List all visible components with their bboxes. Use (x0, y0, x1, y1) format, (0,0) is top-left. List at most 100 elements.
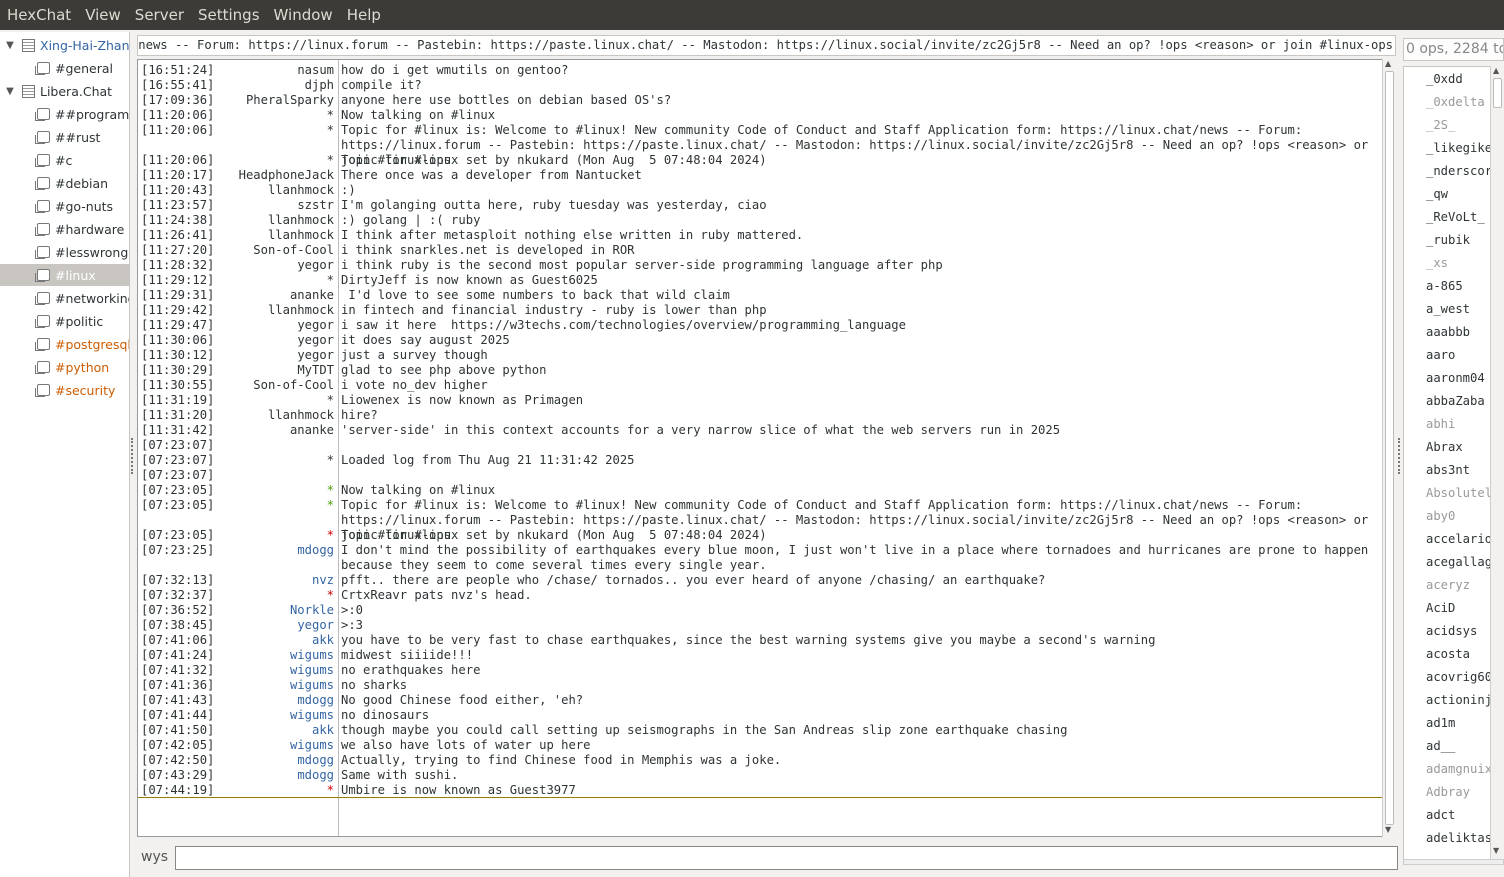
user-entry[interactable]: abhi (1426, 417, 1455, 431)
user-entry[interactable]: aaronm04 (1426, 371, 1485, 385)
user-entry[interactable]: abs3nt (1426, 463, 1470, 477)
user-list[interactable]: _0xdd _0xdelta _2S_ _likegike _nderscore _qw _… (1403, 66, 1504, 861)
nick[interactable]: llanhmock (213, 303, 334, 317)
user-entry[interactable]: acidsys (1426, 624, 1477, 638)
nick[interactable]: Son-of-Cool (213, 243, 334, 257)
user-entry[interactable]: accelario (1426, 532, 1492, 546)
nick[interactable]: mdogg (213, 693, 334, 707)
nick[interactable]: MyTDT (213, 363, 334, 377)
nick[interactable]: yegor (213, 318, 334, 332)
user-entry[interactable]: a-865 (1426, 279, 1463, 293)
nick[interactable]: * (213, 453, 334, 467)
scroll-down-icon[interactable]: ▼ (1385, 825, 1391, 834)
tree-channel[interactable]: #lesswrong (0, 241, 129, 263)
tree-channel[interactable]: #postgresql (0, 333, 129, 355)
user-entry[interactable]: Abrax (1426, 440, 1463, 454)
scroll-up-icon[interactable]: ▲ (1493, 66, 1499, 75)
nick[interactable]: * (213, 498, 334, 512)
menu-view[interactable]: View (78, 0, 128, 30)
nick[interactable]: * (213, 483, 334, 497)
nick[interactable]: HeadphoneJack (213, 168, 334, 182)
nick[interactable]: llanhmock (213, 408, 334, 422)
nick[interactable]: * (213, 783, 334, 797)
user-entry[interactable]: aaabbb (1426, 325, 1470, 339)
nick[interactable]: wigums (213, 738, 334, 752)
nick[interactable]: wigums (213, 708, 334, 722)
tree-channel[interactable]: ##programming (0, 103, 129, 125)
expander-icon[interactable]: ▼ (3, 86, 17, 97)
nick[interactable]: mdogg (213, 768, 334, 782)
nick[interactable]: yegor (213, 348, 334, 362)
user-entry[interactable]: AciD (1426, 601, 1455, 615)
user-entry[interactable]: _0xdd (1426, 72, 1463, 86)
nick[interactable]: yegor (213, 618, 334, 632)
message-input[interactable] (175, 846, 1398, 870)
nick[interactable]: mdogg (213, 753, 334, 767)
nick[interactable]: nvz (213, 573, 334, 587)
menu-help[interactable]: Help (340, 0, 388, 30)
menu-server[interactable]: Server (128, 0, 191, 30)
nick[interactable]: llanhmock (213, 213, 334, 227)
nick[interactable]: yegor (213, 333, 334, 347)
tree-channel[interactable]: #general (0, 57, 129, 79)
user-entry[interactable]: adeliktas (1426, 831, 1492, 845)
user-entry[interactable]: aaro (1426, 348, 1455, 362)
user-entry[interactable]: _qw (1426, 187, 1448, 201)
user-entry[interactable]: _2S_ (1426, 118, 1455, 132)
tree-channel[interactable]: #go-nuts (0, 195, 129, 217)
nick[interactable]: * (213, 123, 334, 137)
nick[interactable]: * (213, 153, 334, 167)
nick[interactable]: llanhmock (213, 183, 334, 197)
expander-icon[interactable]: ▼ (3, 40, 17, 51)
nick[interactable]: nasum (213, 63, 334, 77)
user-entry[interactable]: ad__ (1426, 739, 1455, 753)
tree-channel[interactable]: #linux (0, 264, 129, 286)
scroll-up-icon[interactable]: ▲ (1385, 59, 1391, 68)
menu-settings[interactable]: Settings (191, 0, 267, 30)
user-entry[interactable]: acosta (1426, 647, 1470, 661)
menu-window[interactable]: Window (267, 0, 340, 30)
nick[interactable]: * (213, 108, 334, 122)
scroll-down-icon[interactable]: ▼ (1493, 846, 1499, 855)
nick[interactable]: * (213, 528, 334, 542)
nick[interactable]: szstr (213, 198, 334, 212)
nick[interactable]: llanhmock (213, 228, 334, 242)
nick[interactable]: wigums (213, 678, 334, 692)
tree-channel[interactable]: ##rust (0, 126, 129, 148)
nick-button[interactable]: wys (141, 849, 168, 865)
nick[interactable]: akk (213, 723, 334, 737)
nick[interactable]: wigums (213, 663, 334, 677)
user-entry[interactable]: adamgnuix (1426, 762, 1492, 776)
user-entry[interactable]: _xs (1426, 256, 1448, 270)
user-entry[interactable]: Absolutely (1426, 486, 1499, 500)
tree-channel[interactable]: #python (0, 356, 129, 378)
chat-scrollbar[interactable]: ▲ ▼ (1382, 59, 1396, 837)
nick[interactable]: * (213, 273, 334, 287)
nick[interactable]: yegor (213, 258, 334, 272)
topic-bar[interactable]: ux.chat/news -- Forum: https://linux.for… (137, 35, 1396, 56)
user-entry[interactable]: _nderscore (1426, 164, 1499, 178)
user-entry[interactable]: _likegike (1426, 141, 1492, 155)
tree-server[interactable]: ▼ Libera.Chat (0, 80, 129, 102)
tree-server[interactable]: ▼ Xing-Hai-Zhan (0, 34, 129, 56)
user-entry[interactable]: _rubik (1426, 233, 1470, 247)
nick[interactable]: Son-of-Cool (213, 378, 334, 392)
userlist-hscrollbar[interactable] (1403, 859, 1504, 865)
tree-channel[interactable]: #security (0, 379, 129, 401)
nick[interactable]: mdogg (213, 543, 334, 557)
user-entry[interactable]: aceryz (1426, 578, 1470, 592)
user-entry[interactable]: ad1m (1426, 716, 1455, 730)
chat-text-area[interactable]: [16:51:24] nasum how do i get wmutils on g… (137, 59, 1396, 837)
user-entry[interactable]: Adbray (1426, 785, 1470, 799)
tree-channel[interactable]: #politic (0, 310, 129, 332)
user-entry[interactable]: adct (1426, 808, 1455, 822)
tree-channel[interactable]: #c (0, 149, 129, 171)
nick[interactable]: wigums (213, 648, 334, 662)
nick[interactable]: Norkle (213, 603, 334, 617)
tree-channel[interactable]: #debian (0, 172, 129, 194)
user-entry[interactable]: acegallag (1426, 555, 1492, 569)
channel-tree[interactable]: ▼ Xing-Hai-Zhan #general ▼ Libera.Chat ##prog… (0, 32, 130, 877)
user-entry[interactable]: abbaZaba (1426, 394, 1485, 408)
chat-scroll-thumb[interactable] (1385, 71, 1394, 825)
user-entry[interactable]: _0xdelta (1426, 95, 1485, 109)
